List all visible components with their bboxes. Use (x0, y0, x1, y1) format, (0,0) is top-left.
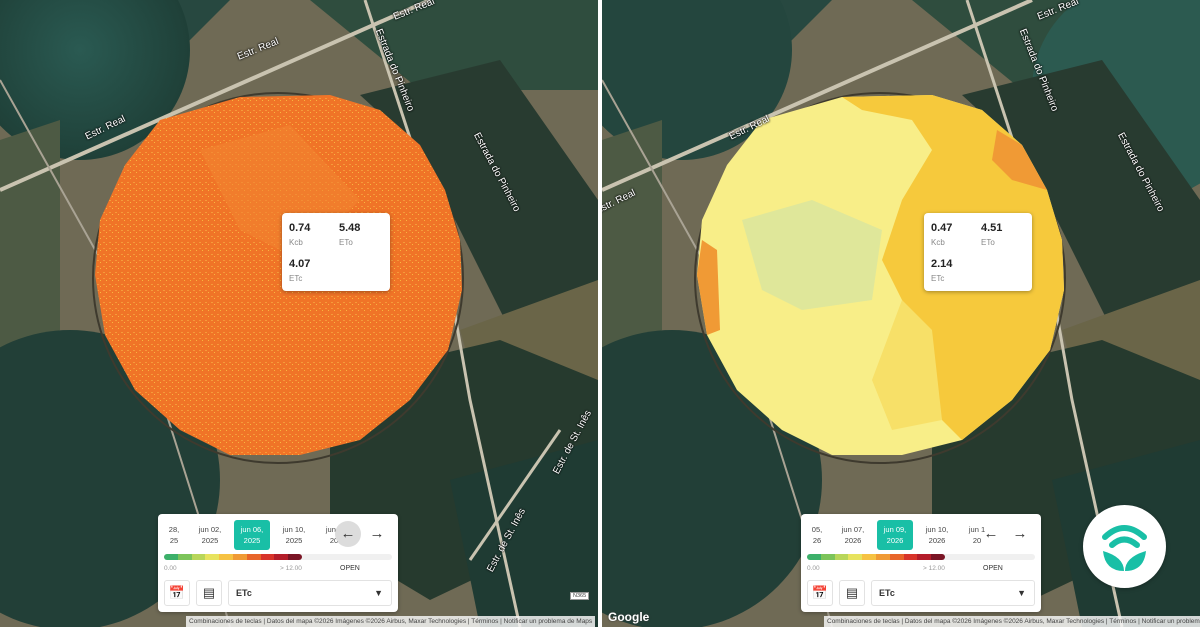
layer-select[interactable]: ETc ▼ (871, 580, 1035, 606)
date-chip-selected[interactable]: jun 09, 2026 (877, 520, 913, 550)
field-info-popup: 0.74 Kcb 5.48 ETo 4.07 ETc (282, 213, 390, 291)
chevron-down-icon: ▼ (374, 588, 383, 598)
date-chip[interactable]: 05, 26 (807, 520, 835, 550)
field-info-popup: 0.47 Kcb 4.51 ETo 2.14 ETc (924, 213, 1032, 291)
date-chip[interactable]: jun 10, 2026 (919, 520, 955, 550)
prev-date-button[interactable]: ← (978, 521, 1004, 547)
etc-label: ETc (289, 274, 303, 283)
scale-segment (917, 554, 932, 560)
chevron-down-icon: ▼ (1017, 588, 1026, 598)
etc-value: 2.14 (931, 258, 953, 270)
google-logo: Google (608, 610, 650, 624)
scale-segment (246, 554, 261, 560)
open-label: OPEN (340, 565, 360, 572)
date-strip[interactable]: 05, 26 jun 07, 2026 jun 09, 2026 jun 10, 202… (807, 520, 985, 550)
map-attribution[interactable]: Combinaciones de teclas | Datos del mapa… (824, 616, 1200, 627)
date-chip-selected[interactable]: jun 06, 2025 (234, 520, 270, 550)
scale-segment (191, 554, 206, 560)
date-chip[interactable]: jun 10, 2025 (276, 520, 312, 550)
scale-min-label: 0.00 (164, 565, 177, 572)
eto-label: ETo (339, 238, 353, 247)
etc-value: 4.07 (289, 258, 311, 270)
color-scale (807, 554, 945, 560)
eto-value: 4.51 (981, 222, 1003, 234)
scale-segment (274, 554, 289, 560)
calendar-button[interactable]: 📅 (807, 580, 833, 606)
open-label: OPEN (983, 565, 1003, 572)
scale-segment (848, 554, 863, 560)
layer-select[interactable]: ETc ▼ (228, 580, 392, 606)
brand-leaf-icon (1102, 525, 1147, 571)
date-chip[interactable]: 28, 25 (164, 520, 192, 550)
scale-segment (288, 554, 302, 560)
map-attribution[interactable]: Combinaciones de teclas | Datos del mapa… (186, 616, 596, 627)
scale-segment (260, 554, 275, 560)
map-panel-left[interactable]: Estr. Real Estr. Real Estr. Real Estrada… (0, 0, 598, 627)
kcb-label: Kcb (289, 238, 303, 247)
kcb-value: 0.74 (289, 222, 311, 234)
scale-min-label: 0.00 (807, 565, 820, 572)
kcb-label: Kcb (931, 238, 945, 247)
scale-segment (205, 554, 220, 560)
date-strip[interactable]: 28, 25 jun 02, 2025 jun 06, 2025 jun 10, 202… (164, 520, 342, 550)
scale-segment (889, 554, 904, 560)
scale-segment (177, 554, 192, 560)
ruler-button[interactable]: ▤ (839, 580, 865, 606)
scale-segment (875, 554, 890, 560)
brand-logo (1083, 505, 1166, 588)
scale-segment (834, 554, 849, 560)
prev-date-button[interactable]: ← (335, 521, 361, 547)
kcb-value: 0.47 (931, 222, 953, 234)
ruler-button[interactable]: ▤ (196, 580, 222, 606)
ruler-icon: ▤ (202, 585, 216, 600)
calendar-icon: 📅 (811, 585, 829, 600)
scale-segment (232, 554, 247, 560)
etc-label: ETc (931, 274, 945, 283)
scale-segment (862, 554, 876, 560)
scale-max-label: > 12.00 (923, 565, 945, 572)
date-chip[interactable]: jun 02, 2025 (192, 520, 228, 550)
scale-segment (219, 554, 233, 560)
date-control-panel: 28, 25 jun 02, 2025 jun 06, 2025 jun 10, 202… (158, 514, 398, 612)
scale-segment (903, 554, 918, 560)
scale-segment (164, 554, 178, 560)
calendar-button[interactable]: 📅 (164, 580, 190, 606)
scale-segment (807, 554, 821, 560)
scale-segment (931, 554, 945, 560)
color-scale (164, 554, 302, 560)
next-date-button[interactable]: → (1007, 521, 1033, 547)
calendar-icon: 📅 (168, 585, 186, 600)
eto-value: 5.48 (339, 222, 361, 234)
date-chip[interactable]: jun 07, 2026 (835, 520, 871, 550)
ruler-icon: ▤ (845, 585, 859, 600)
next-date-button[interactable]: → (364, 521, 390, 547)
road-label-n365: N365 (570, 592, 590, 600)
eto-label: ETo (981, 238, 995, 247)
scale-max-label: > 12.00 (280, 565, 302, 572)
scale-segment (820, 554, 835, 560)
date-control-panel: 05, 26 jun 07, 2026 jun 09, 2026 jun 10, 202… (801, 514, 1041, 612)
